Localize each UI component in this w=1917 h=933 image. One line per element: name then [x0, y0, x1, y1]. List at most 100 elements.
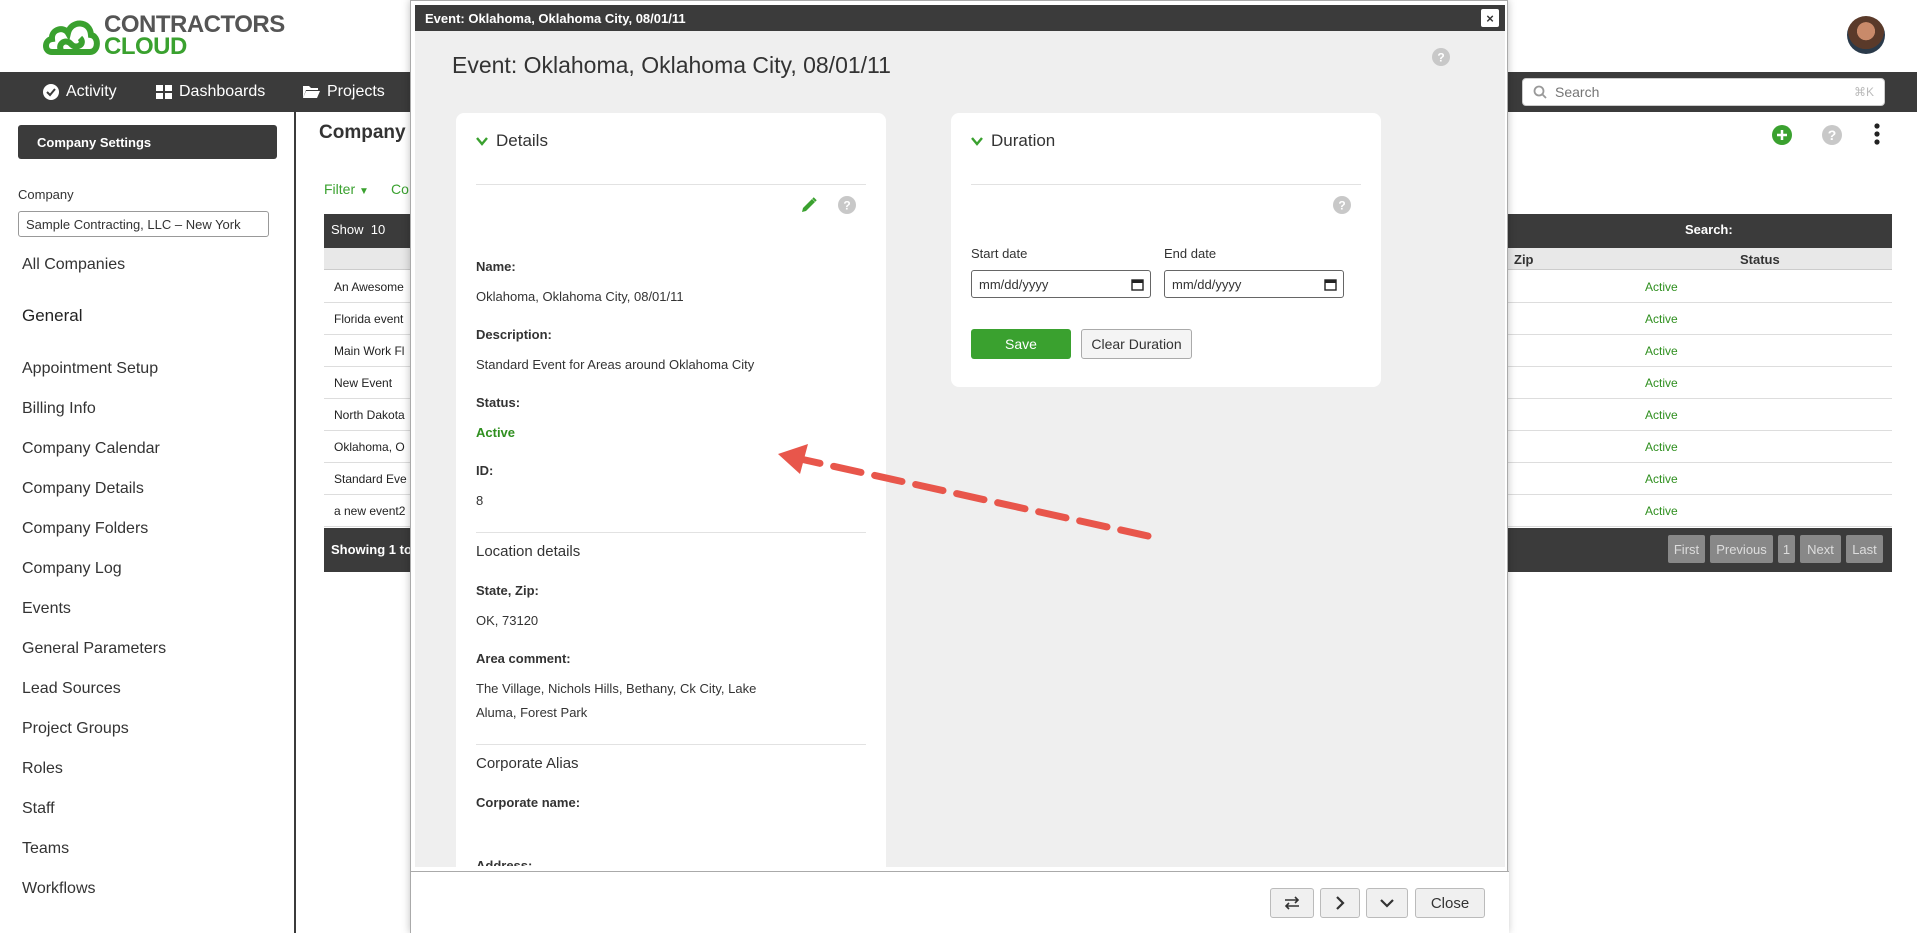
pager-page-1[interactable]: 1 — [1778, 535, 1795, 563]
svg-text:?: ? — [843, 199, 850, 213]
save-duration-button[interactable]: Save — [971, 329, 1071, 359]
duration-help-icon[interactable]: ? — [1333, 196, 1351, 219]
details-card-header[interactable]: Details — [476, 131, 548, 151]
modal-close-x-button[interactable]: × — [1481, 9, 1499, 27]
modal-heading: Event: Oklahoma, Oklahoma City, 08/01/11 — [452, 52, 891, 78]
area-comment-line-2: Aluma, Forest Park — [476, 705, 588, 720]
svg-text:?: ? — [1437, 51, 1444, 65]
close-button[interactable]: Close — [1415, 888, 1485, 918]
company-settings-button[interactable]: Company Settings — [18, 125, 277, 159]
help-icon[interactable]: ? — [1822, 125, 1842, 150]
filter-dropdown[interactable]: Filter ▼ — [324, 181, 369, 197]
column-header-status[interactable]: Status — [1740, 252, 1780, 267]
row-name[interactable]: An Awesome — [334, 280, 404, 294]
sidebar-item-company-folders[interactable]: Company Folders — [22, 520, 148, 538]
page-title: Company — [319, 122, 406, 143]
next-record-button[interactable] — [1320, 888, 1360, 918]
modal-help-icon[interactable]: ? — [1432, 48, 1450, 71]
contractors-cloud-logo[interactable]: CONTRACTORS CLOUD — [42, 13, 285, 60]
sidebar-item-staff[interactable]: Staff — [22, 800, 55, 818]
pager-last[interactable]: Last — [1846, 535, 1883, 563]
calendar-icon[interactable] — [1324, 278, 1337, 291]
row-name[interactable]: Florida event — [334, 312, 403, 326]
logo-line-2: CLOUD — [104, 33, 187, 60]
sidebar-all-companies[interactable]: All Companies — [22, 256, 125, 274]
row-status: Active — [1645, 472, 1678, 486]
page-length-select[interactable]: Show 10 — [331, 222, 385, 237]
folder-open-icon — [303, 86, 320, 98]
details-help-icon[interactable]: ? — [838, 196, 856, 219]
row-status: Active — [1645, 408, 1678, 422]
row-name[interactable]: Standard Eve — [334, 472, 407, 486]
caret-down-icon: ▼ — [359, 186, 369, 197]
svg-text:?: ? — [1828, 127, 1837, 143]
pager-first[interactable]: First — [1668, 535, 1705, 563]
nav-dashboards[interactable]: Dashboards — [156, 72, 265, 112]
search-icon — [1533, 85, 1547, 99]
start-date-label: Start date — [971, 246, 1028, 261]
address-label-clip: Address: — [476, 858, 676, 866]
area-comment-line-1: The Village, Nichols Hills, Bethany, Ck … — [476, 681, 757, 696]
edit-pencil-icon[interactable] — [800, 196, 818, 219]
column-header-zip[interactable]: Zip — [1514, 252, 1534, 267]
sidebar-item-general-parameters[interactable]: General Parameters — [22, 640, 166, 658]
nav-activity[interactable]: Activity — [43, 72, 117, 112]
sidebar-item-teams[interactable]: Teams — [22, 840, 69, 858]
status-value: Active — [476, 425, 516, 440]
pager-next[interactable]: Next — [1800, 535, 1841, 563]
nav-activity-label: Activity — [66, 83, 117, 100]
check-circle-icon — [43, 84, 59, 100]
more-vertical-icon[interactable] — [1874, 123, 1880, 150]
modal-titlebar[interactable]: Event: Oklahoma, Oklahoma City, 08/01/11… — [415, 5, 1505, 31]
sidebar-item-appointment-setup[interactable]: Appointment Setup — [22, 360, 158, 378]
end-date-input[interactable]: mm/dd/yyyy — [1164, 270, 1344, 298]
row-name[interactable]: a new event2 — [334, 504, 405, 518]
status-label: Status: — [476, 395, 521, 410]
logo-wordmark: CONTRACTORS CLOUD — [104, 13, 285, 60]
show-label: Show — [331, 222, 364, 237]
clear-duration-button[interactable]: Clear Duration — [1081, 329, 1192, 359]
sidebar-general[interactable]: General — [22, 306, 82, 326]
row-status: Active — [1645, 504, 1678, 518]
sidebar-item-workflows[interactable]: Workflows — [22, 880, 96, 898]
row-name[interactable]: Oklahoma, O — [334, 440, 405, 454]
row-name[interactable]: New Event — [334, 376, 392, 390]
start-date-input[interactable]: mm/dd/yyyy — [971, 270, 1151, 298]
sidebar-item-company-log[interactable]: Company Log — [22, 560, 122, 578]
area-comment-label: Area comment: — [476, 651, 571, 666]
divider — [476, 744, 866, 745]
sidebar-item-company-calendar[interactable]: Company Calendar — [22, 440, 160, 458]
show-value: 10 — [370, 222, 386, 237]
nav-projects[interactable]: Projects — [303, 72, 385, 112]
chevron-right-icon — [1336, 896, 1345, 910]
sidebar-item-events[interactable]: Events — [22, 600, 71, 618]
row-name[interactable]: Main Work Fl — [334, 344, 404, 358]
expand-down-button[interactable] — [1366, 888, 1408, 918]
sidebar-item-roles[interactable]: Roles — [22, 760, 63, 778]
sidebar-item-project-groups[interactable]: Project Groups — [22, 720, 129, 738]
pager-previous[interactable]: Previous — [1710, 535, 1773, 563]
sidebar-item-company-details[interactable]: Company Details — [22, 480, 144, 498]
add-circle-icon[interactable] — [1772, 125, 1792, 150]
name-value: Oklahoma, Oklahoma City, 08/01/11 — [476, 289, 684, 304]
description-label: Description: — [476, 327, 552, 342]
company-select[interactable]: Sample Contracting, LLC – New York — [18, 211, 269, 237]
end-date-placeholder: mm/dd/yyyy — [1172, 276, 1242, 292]
company-select-value: Sample Contracting, LLC – New York — [26, 216, 241, 232]
global-search[interactable]: ⌘K — [1522, 78, 1885, 106]
swap-arrows-button[interactable] — [1270, 888, 1314, 918]
search-input[interactable] — [1555, 84, 1835, 100]
row-status: Active — [1645, 280, 1678, 294]
sidebar-item-lead-sources[interactable]: Lead Sources — [22, 680, 121, 698]
row-name[interactable]: North Dakota — [334, 408, 405, 422]
divider — [476, 184, 866, 185]
id-label: ID: — [476, 463, 494, 478]
calendar-icon[interactable] — [1131, 278, 1144, 291]
filter-label: Filter — [324, 181, 356, 197]
columns-dropdown[interactable]: Co — [391, 181, 409, 197]
sidebar-item-billing-info[interactable]: Billing Info — [22, 400, 96, 418]
user-avatar[interactable] — [1847, 16, 1885, 54]
chevron-down-icon — [1380, 899, 1394, 908]
duration-card-header[interactable]: Duration — [971, 131, 1055, 151]
location-details-title: Location details — [476, 543, 581, 560]
